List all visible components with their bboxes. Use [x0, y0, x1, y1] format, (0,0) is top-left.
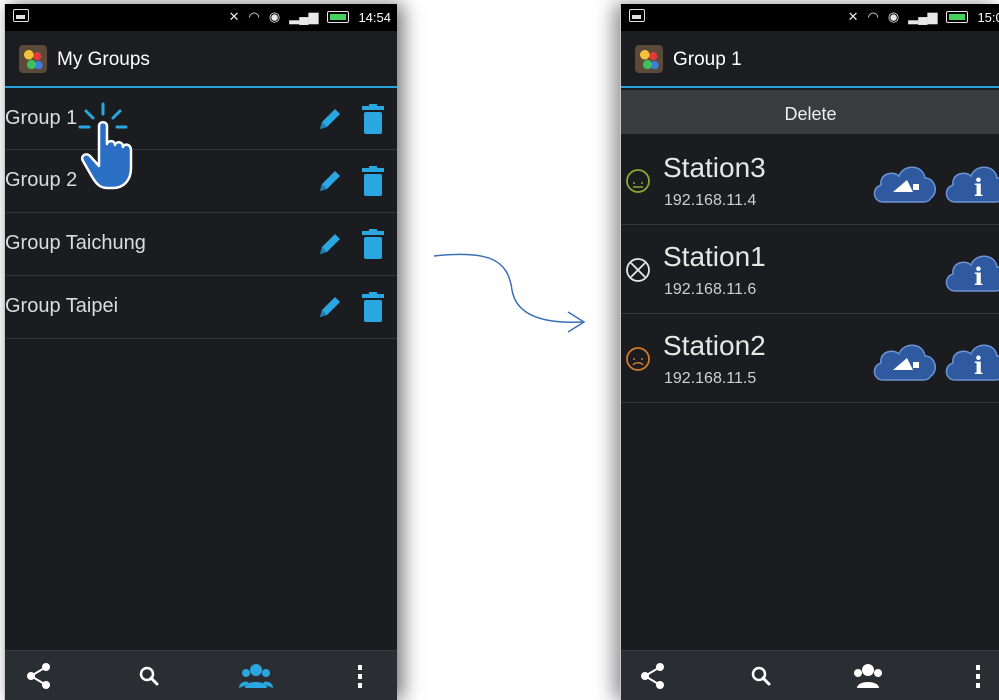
edit-icon[interactable] [316, 105, 344, 133]
status-neutral-icon [626, 169, 650, 193]
action-bar: Group 1 [621, 31, 999, 88]
info-cloud-icon[interactable]: i [941, 158, 999, 208]
screenshot-notification-icon [629, 9, 645, 22]
status-offline-icon [626, 258, 650, 282]
group-row[interactable]: Group 1 [5, 88, 397, 150]
group-row[interactable]: Group Taipei [5, 276, 397, 339]
wifi-icon: ◠ [867, 9, 879, 24]
edit-icon[interactable] [316, 293, 344, 321]
delete-icon[interactable] [362, 292, 384, 322]
alarm-cloud-icon[interactable] [869, 336, 939, 386]
delete-icon[interactable] [362, 229, 384, 259]
search-icon[interactable] [747, 662, 775, 690]
group-name[interactable]: Group Taichung [5, 232, 146, 255]
station-ip: 192.168.11.4 [664, 192, 757, 209]
station-ip: 192.168.11.5 [664, 370, 757, 387]
status-bar: ✕ ◠ ◉ ▂▄▆ 14:54 [5, 4, 397, 31]
group-name[interactable]: Group 1 [5, 107, 77, 130]
station-row[interactable]: Station2 192.168.11.5 i [621, 314, 999, 403]
svg-text:i: i [974, 351, 983, 380]
groups-icon[interactable] [239, 662, 273, 690]
status-warning-icon [626, 347, 650, 371]
phone-screen-my-groups: ✕ ◠ ◉ ▂▄▆ 14:54 My Groups Group 1 Group … [4, 4, 397, 700]
wifi-icon: ◠ [248, 9, 260, 24]
phone-screen-group-detail: ✕ ◠ ◉ ▂▄▆ 15:01 Group 1 Delete Station3 … [620, 4, 999, 700]
alarm-cloud-icon[interactable] [869, 158, 939, 208]
station-name: Station3 [663, 152, 766, 183]
group-name[interactable]: Group 2 [5, 169, 77, 192]
mute-icon: ✕ [228, 9, 240, 24]
overflow-menu-icon[interactable] [973, 662, 983, 690]
app-icon[interactable] [19, 45, 47, 73]
group-row[interactable]: Group 2 [5, 150, 397, 213]
overflow-menu-icon[interactable] [355, 662, 365, 690]
bottom-nav [5, 650, 397, 700]
page-title: My Groups [57, 49, 150, 70]
share-icon[interactable] [25, 662, 53, 690]
share-icon[interactable] [639, 662, 667, 690]
station-name: Station2 [663, 330, 766, 361]
nfc-icon: ◉ [887, 9, 900, 24]
bottom-nav [621, 650, 999, 700]
screenshot-notification-icon [13, 9, 29, 22]
transition-arrow [433, 253, 586, 333]
edit-icon[interactable] [316, 230, 344, 258]
group-name[interactable]: Group Taipei [5, 295, 118, 318]
app-icon[interactable] [635, 45, 663, 73]
status-bar: ✕ ◠ ◉ ▂▄▆ 15:01 [621, 4, 999, 31]
group-row[interactable]: Group Taichung [5, 213, 397, 276]
action-bar: My Groups [5, 31, 397, 88]
delete-icon[interactable] [362, 166, 384, 196]
info-cloud-icon[interactable]: i [941, 336, 999, 386]
info-cloud-icon[interactable]: i [941, 247, 999, 297]
delete-button[interactable]: Delete [621, 90, 999, 134]
station-ip: 192.168.11.6 [664, 281, 757, 298]
battery-icon [946, 11, 969, 23]
tap-hand-icon [78, 102, 133, 190]
svg-text:i: i [974, 262, 983, 291]
nfc-icon: ◉ [268, 9, 281, 24]
status-time: 14:54 [358, 9, 391, 25]
status-time: 15:01 [977, 9, 999, 25]
station-row[interactable]: Station3 192.168.11.4 i [621, 136, 999, 225]
edit-icon[interactable] [316, 167, 344, 195]
group-list: Group 1 Group 2 Group Taichung Group Tai… [5, 88, 397, 339]
delete-icon[interactable] [362, 104, 384, 134]
station-row[interactable]: Station1 192.168.11.6 i [621, 225, 999, 314]
battery-icon [327, 11, 350, 23]
search-icon[interactable] [135, 662, 163, 690]
svg-text:i: i [974, 173, 983, 202]
page-title: Group 1 [673, 49, 742, 70]
station-list: Station3 192.168.11.4 i Station1 192.168… [621, 136, 999, 403]
delete-label: Delete [784, 104, 837, 124]
signal-icon: ▂▄▆ [908, 9, 938, 24]
signal-icon: ▂▄▆ [289, 9, 319, 24]
groups-icon[interactable] [851, 662, 885, 690]
station-name: Station1 [663, 241, 766, 272]
mute-icon: ✕ [847, 9, 859, 24]
